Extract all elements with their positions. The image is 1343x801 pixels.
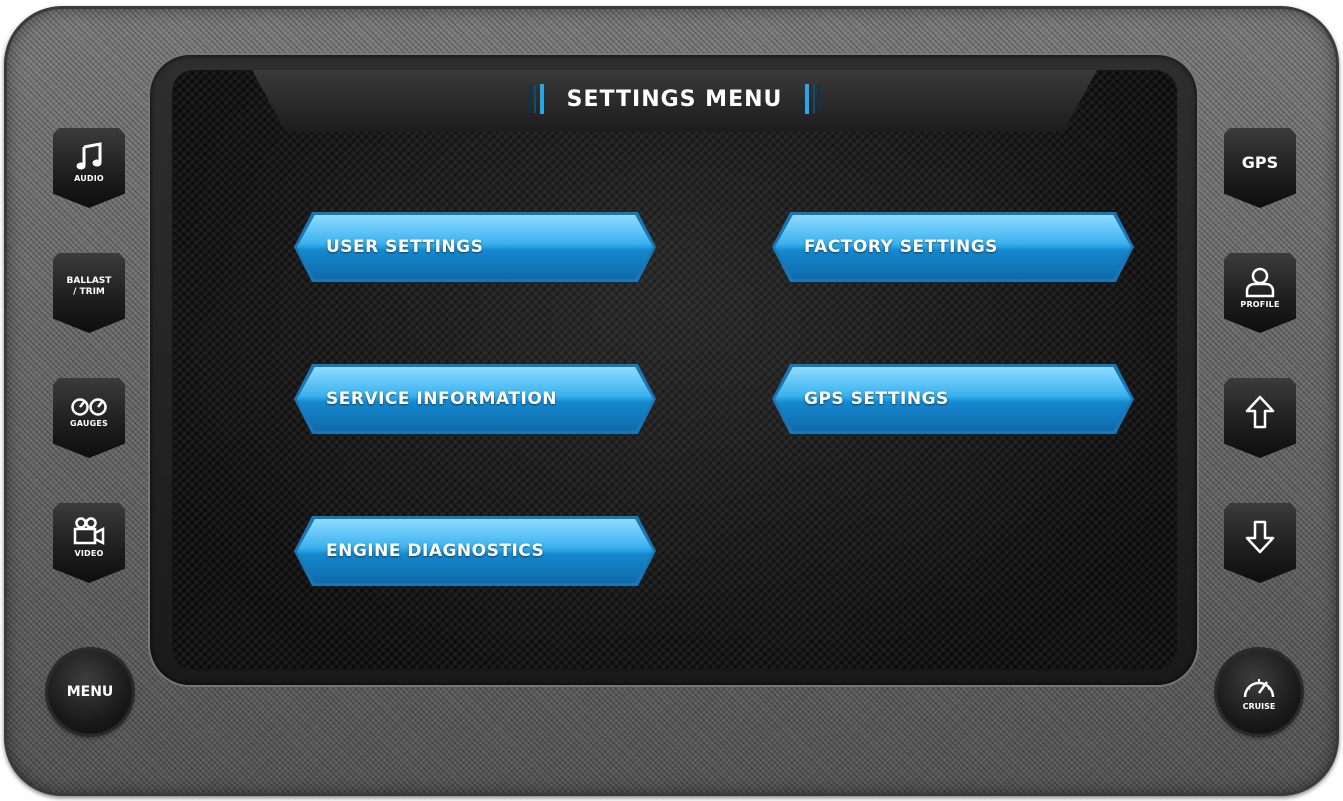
speedometer-icon [1243,679,1275,698]
gps-settings-button[interactable]: GPS SETTINGS [772,364,1134,434]
arrow-down-icon [1245,520,1275,554]
profile-label: PROFILE [1240,299,1280,309]
engine-diagnostics-label: ENGINE DIAGNOSTICS [326,541,545,561]
profile-icon [1245,267,1275,297]
video-camera-icon [73,516,105,545]
trim-label: / TRIM [73,287,105,297]
video-label: VIDEO [74,548,104,558]
user-settings-label: USER SETTINGS [326,237,484,257]
page-title: SETTINGS MENU [566,86,783,112]
gps-settings-label: GPS SETTINGS [804,389,949,409]
user-settings-button[interactable]: USER SETTINGS [294,212,656,282]
arrow-up-icon [1245,395,1275,429]
gps-button[interactable]: GPS [1224,128,1296,208]
engine-diagnostics-button[interactable]: ENGINE DIAGNOSTICS [294,516,656,586]
profile-button[interactable]: PROFILE [1224,253,1296,333]
cruise-button[interactable]: CRUISE [1217,650,1301,734]
factory-settings-label: FACTORY SETTINGS [804,237,998,257]
video-button[interactable]: VIDEO [53,503,125,583]
cruise-label: CRUISE [1242,702,1276,711]
factory-settings-button[interactable]: FACTORY SETTINGS [772,212,1134,282]
audio-label: AUDIO [74,173,104,183]
gauges-button[interactable]: GAUGES [53,378,125,458]
ballast-trim-button[interactable]: BALLAST / TRIM [53,253,125,333]
service-information-label: SERVICE INFORMATION [326,389,557,409]
up-button[interactable] [1224,378,1296,458]
title-accent-right [805,84,810,114]
gauges-icon [71,397,107,416]
gauges-label: GAUGES [69,418,108,428]
menu-button[interactable]: MENU [48,650,132,734]
display-screen: SETTINGS MENU USER SETTINGS FACTORY SETT… [172,70,1177,670]
down-button[interactable] [1224,503,1296,583]
gps-label: GPS [1241,152,1279,172]
audio-button[interactable]: AUDIO [53,128,125,208]
title-wrap: SETTINGS MENU [172,84,1177,114]
service-information-button[interactable]: SERVICE INFORMATION [294,364,656,434]
music-note-icon [76,141,102,169]
menu-label: MENU [66,684,114,700]
ballast-label: BALLAST [66,276,112,286]
title-accent-left [539,84,544,114]
